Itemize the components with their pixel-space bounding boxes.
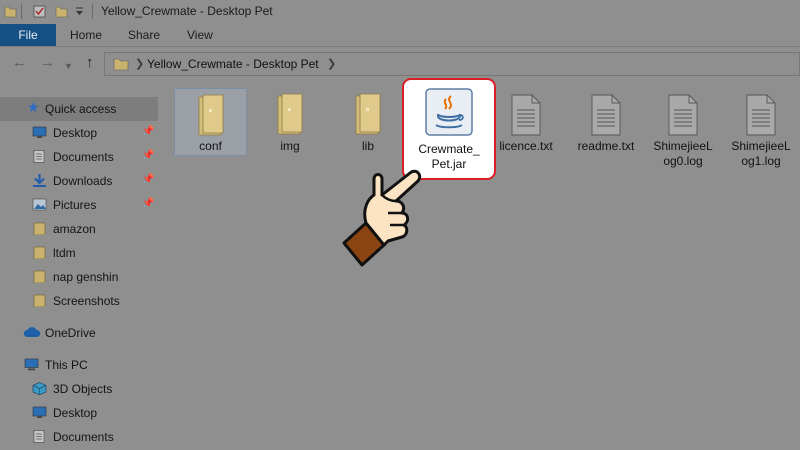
file-name: conf	[199, 139, 222, 153]
documents-icon	[33, 150, 45, 163]
folder-icon	[33, 270, 46, 283]
pin-icon: 📌	[142, 126, 155, 137]
downloads-icon	[33, 174, 46, 187]
folder-icon	[33, 294, 46, 307]
address-bar[interactable]: ❯ Yellow_Crewmate - Desktop Pet ❯	[104, 52, 800, 76]
nav-label: This PC	[45, 358, 88, 372]
nav-item-3d-objects[interactable]: 3D Objects	[0, 377, 158, 401]
up-arrow-icon[interactable]: ↑	[86, 55, 94, 70]
nav-label: Screenshots	[53, 294, 120, 308]
nav-item-nap-genshin[interactable]: nap genshin	[0, 265, 158, 289]
properties-icon[interactable]	[33, 5, 46, 18]
nav-label: Documents	[53, 150, 114, 164]
nav-label: nap genshin	[53, 270, 119, 284]
file-name-line-1: Crewmate_	[418, 142, 480, 156]
pictures-icon	[32, 198, 47, 211]
nav-item-amazon[interactable]: amazon	[0, 217, 158, 241]
nav-label: Pictures	[53, 198, 97, 212]
file-name: ShimejieeL og1.log	[724, 139, 798, 169]
computer-icon	[24, 358, 39, 371]
nav-item-pc-documents[interactable]: Documents	[0, 425, 158, 449]
nav-label: Desktop	[53, 406, 98, 420]
nav-onedrive[interactable]: OneDrive	[0, 321, 158, 345]
text-file-icon	[511, 94, 541, 136]
file-name-line-2: og1.log	[741, 154, 781, 168]
folder-icon	[355, 93, 381, 135]
nav-item-pc-desktop[interactable]: Desktop	[0, 401, 158, 425]
nav-label: ltdm	[53, 246, 76, 260]
text-file-icon	[746, 94, 776, 136]
nav-item-pictures[interactable]: Pictures 📌	[0, 193, 158, 217]
nav-item-screenshots[interactable]: Screenshots	[0, 289, 158, 313]
nav-label: Quick access	[45, 102, 117, 116]
folder-icon	[33, 222, 46, 235]
text-file-icon	[591, 94, 621, 136]
nav-item-documents[interactable]: Documents 📌	[0, 145, 158, 169]
pin-icon: 📌	[142, 198, 155, 209]
folder-icon	[198, 94, 223, 136]
nav-label: amazon	[53, 222, 96, 236]
text-file-icon	[668, 94, 698, 136]
nav-label: OneDrive	[45, 326, 96, 340]
ribbon: File Home Share View	[0, 24, 800, 47]
star-icon: ★	[27, 99, 40, 115]
tab-view[interactable]: View	[187, 24, 213, 46]
file-tab[interactable]: File	[0, 24, 56, 46]
file-name: licence.txt	[499, 139, 553, 153]
nav-label: 3D Objects	[53, 382, 113, 396]
pin-icon: 📌	[142, 174, 155, 185]
file-name-line-1: ShimejieeL	[731, 139, 791, 153]
address-path: Yellow_Crewmate - Desktop Pet	[147, 57, 319, 71]
folder-icon	[277, 93, 303, 135]
customize-toolbar-icon[interactable]	[75, 5, 84, 18]
back-arrow-icon[interactable]: ←	[12, 55, 27, 70]
pointing-hand-icon	[342, 169, 422, 267]
file-item-readme-txt[interactable]: readme.txt	[568, 88, 644, 182]
desktop-icon	[32, 406, 47, 418]
file-name-line-1: ShimejieeL	[653, 139, 713, 153]
nav-label: Desktop	[53, 126, 98, 140]
nav-item-desktop[interactable]: Desktop 📌	[0, 121, 158, 145]
chevron-right-icon[interactable]: ❯	[135, 57, 144, 70]
nav-label: Downloads	[53, 174, 113, 188]
divider	[21, 4, 22, 19]
chevron-right-icon[interactable]: ❯	[327, 57, 336, 70]
recent-locations-icon[interactable]: ▼	[64, 59, 73, 74]
tab-home[interactable]: Home	[70, 24, 102, 46]
nav-this-pc[interactable]: This PC	[0, 353, 158, 377]
file-item-licence-txt[interactable]: licence.txt	[488, 88, 564, 182]
file-item-conf[interactable]: conf	[174, 88, 247, 156]
file-item-img[interactable]: img	[252, 88, 328, 182]
file-list: conf img lib Crewmate_ Pet.jar licence.t…	[162, 78, 800, 450]
navigation-pane: ★ Quick access Desktop 📌 Documents 📌 Dow…	[0, 87, 158, 450]
divider	[92, 4, 93, 19]
window-title: Yellow_Crewmate - Desktop Pet	[101, 4, 273, 18]
file-name: readme.txt	[577, 139, 635, 153]
nav-label: Documents	[53, 430, 114, 444]
java-icon	[425, 88, 473, 136]
forward-arrow-icon[interactable]: →	[40, 55, 55, 70]
3d-objects-icon	[32, 382, 47, 395]
navigation-bar: ← → ▼ ↑ ❯ Yellow_Crewmate - Desktop Pet …	[0, 47, 800, 81]
folder-icon	[113, 58, 129, 71]
pin-icon: 📌	[142, 150, 155, 161]
nav-item-downloads[interactable]: Downloads 📌	[0, 169, 158, 193]
file-name-line-2: og0.log	[663, 154, 703, 168]
file-name-line-2: Pet.jar	[431, 157, 467, 171]
file-name: lib	[361, 139, 374, 153]
file-name: img	[280, 139, 300, 153]
folder-icon	[33, 246, 46, 259]
documents-icon	[33, 430, 45, 443]
tab-share[interactable]: Share	[128, 24, 160, 46]
file-item-shimejiee-log0[interactable]: ShimejieeL og0.log	[646, 88, 720, 182]
folder-icon	[4, 6, 17, 18]
title-bar: Yellow_Crewmate - Desktop Pet	[0, 0, 800, 24]
cloud-icon	[23, 327, 41, 337]
nav-quick-access[interactable]: ★ Quick access	[0, 97, 158, 121]
new-folder-icon[interactable]	[55, 5, 68, 18]
desktop-icon	[32, 126, 47, 138]
nav-item-ltdm[interactable]: ltdm	[0, 241, 158, 265]
file-item-shimejiee-log1[interactable]: ShimejieeL og1.log	[724, 88, 798, 182]
file-name: ShimejieeL og0.log	[646, 139, 720, 169]
